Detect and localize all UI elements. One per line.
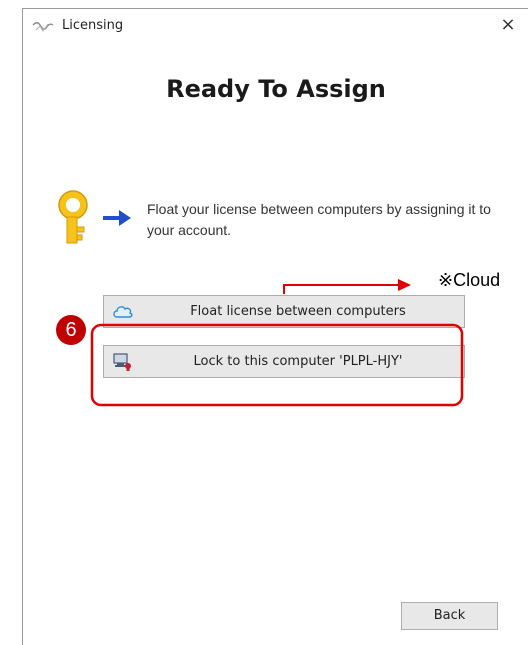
key-arrow-icon	[58, 190, 131, 244]
page-title: Ready To Assign	[166, 75, 386, 103]
close-button[interactable]: ×	[493, 12, 523, 38]
lock-to-computer-button[interactable]: Lock to this computer 'PLPL-HJY'	[103, 345, 465, 378]
description-text: Float your license between computers by …	[147, 201, 491, 238]
lock-to-computer-label: Lock to this computer 'PLPL-HJY'	[193, 354, 403, 369]
annotation-note: ※Cloud	[438, 270, 501, 290]
licensing-dialog: Licensing × Ready To Assign Float your l…	[22, 8, 528, 645]
title-bar: Licensing ×	[23, 9, 528, 41]
step-number-badge: 6	[56, 315, 86, 345]
window-title: Licensing	[62, 18, 124, 33]
licensing-logo-icon	[32, 22, 54, 32]
back-button[interactable]: Back	[401, 602, 498, 630]
screenshot-stage: Licensing × Ready To Assign Float your l…	[0, 0, 528, 645]
computer-lock-icon	[113, 353, 131, 371]
float-license-button[interactable]: Float license between computers	[103, 295, 465, 328]
float-license-label: Float license between computers	[190, 304, 406, 319]
cloud-icon	[113, 306, 133, 318]
